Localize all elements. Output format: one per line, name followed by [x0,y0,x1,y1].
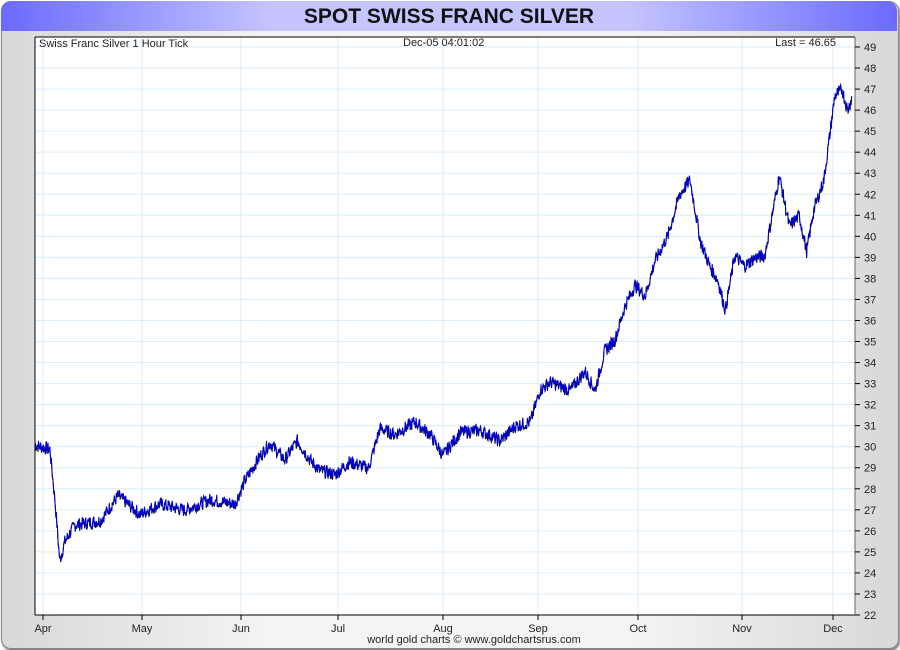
y-tick-label: 43 [864,168,876,180]
y-tick-label: 37 [864,294,876,306]
y-tick-label: 42 [864,189,876,201]
y-tick-label: 39 [864,252,876,264]
x-tick-label: Apr [34,623,51,635]
y-tick-label: 44 [864,147,876,159]
y-tick-label: 28 [864,484,876,496]
y-tick-label: 46 [864,105,876,117]
y-tick-label: 29 [864,463,876,475]
y-tick-label: 40 [864,231,876,243]
chart-title: Swiss Franc Silver 1 Hour Tick [39,38,189,50]
y-tick-label: 35 [864,337,876,349]
x-tick-label: Jul [331,623,345,635]
y-tick-label: 33 [864,379,876,391]
y-tick-label: 48 [864,63,876,75]
y-tick-label: 30 [864,442,876,454]
y-tick-label: 26 [864,526,876,538]
y-tick-label: 36 [864,315,876,327]
x-tick-label: Nov [732,623,752,635]
y-tick-label: 49 [864,42,876,54]
timestamp: Dec-05 04:01:02 [403,37,484,49]
y-tick-label: 45 [864,126,876,138]
plot-area [35,37,855,615]
x-axis-ticks: Apr May Jun Jul Aug Sep Oct Nov Dec [34,615,843,635]
y-tick-label: 34 [864,358,876,370]
x-tick-label: Jun [232,623,250,635]
y-tick-label: 32 [864,400,876,412]
y-tick-label: 24 [864,568,876,580]
x-tick-label: May [132,623,153,635]
y-tick-label: 23 [864,589,876,601]
y-tick-label: 31 [864,421,876,433]
y-tick-label: 41 [864,210,876,222]
y-tick-label: 38 [864,273,876,285]
x-tick-label: Oct [629,623,646,635]
y-tick-label: 22 [864,610,876,622]
y-axis-ticks: 22 23 24 25 26 27 28 29 30 31 32 33 34 35 36 37 38 39 40 41… [855,42,876,622]
x-tick-label: Dec [823,623,843,635]
last-price: Last = 46.65 [775,37,836,49]
footer-credit: world gold charts © www.goldchartsrus.co… [366,634,581,646]
chart: Swiss Franc Silver 1 Hour Tick Dec-05 04… [34,36,876,646]
y-tick-label: 25 [864,547,876,559]
y-tick-label: 47 [864,84,876,96]
y-tick-label: 27 [864,505,876,517]
